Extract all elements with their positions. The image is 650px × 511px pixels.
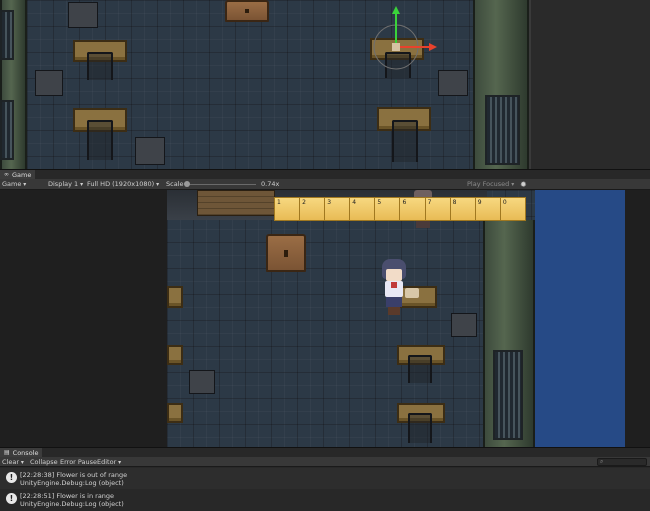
scene-chair [87,120,113,160]
game-chair [408,355,432,383]
inventory-slot[interactable]: 6 [400,198,426,220]
log-entry[interactable]: ! [22:28:51] Flower is in range UnityEng… [0,489,650,510]
display-dropdown[interactable]: Display 1 [48,179,83,190]
character-skirt [386,297,402,307]
wooden-board [197,190,275,216]
console-tab-bar: ▤ Console [0,447,650,458]
game-desk-edge [167,286,183,308]
scene-chair [87,52,113,80]
scene-chair [392,120,418,162]
inventory-slot[interactable]: 1 [275,198,301,220]
log-message: [22:28:38] Flower is out of range [20,471,128,479]
scene-right-window [485,95,520,165]
inventory-slot[interactable]: 3 [325,198,351,220]
inventory-slot[interactable]: 2 [300,198,326,220]
scene-void [529,0,650,169]
console-log-list: ! [22:28:38] Flower is out of range Unit… [0,467,650,511]
inventory-slot[interactable]: 9 [475,198,501,220]
gizmo-x-arrow[interactable] [429,43,437,51]
game-desk-edge [167,345,183,365]
character-shoes [388,307,400,315]
game-letterbox-right [625,190,650,447]
play-mode-dropdown[interactable]: Play Focused [467,179,514,190]
flower-item[interactable] [405,288,419,298]
search-icon: ⌕ [600,458,604,465]
game-view[interactable] [0,190,650,447]
game-desk-edge [167,403,183,423]
settings-gear-icon[interactable]: ✹ [520,179,527,190]
console-search-input[interactable]: ⌕ [597,458,647,466]
character-face [386,269,402,281]
info-icon: ! [6,472,17,483]
player-character[interactable] [381,259,407,315]
inventory-slot[interactable]: 5 [375,198,401,220]
scene-view[interactable] [0,0,650,169]
scene-left-window [0,10,14,60]
game-letterbox-left [0,190,167,447]
info-icon: ! [6,493,17,504]
inventory-slot[interactable]: 0 [500,198,525,220]
scene-left-window-2 [0,100,14,160]
scene-chest [225,0,269,22]
inventory-hotbar: 1 2 3 4 5 6 7 8 9 0 [274,197,526,221]
scale-label: Scale [166,180,184,188]
scale-slider-handle[interactable] [184,181,190,187]
game-tab-bar: ∞ Game [0,169,650,180]
character-ribbon [391,282,397,288]
game-floor [167,190,535,447]
log-entry[interactable]: ! [22:28:38] Flower is out of range Unit… [0,468,650,489]
gizmo-y-arrow[interactable] [392,6,400,14]
console-toolbar: Clear Collapse Error Pause Editor ⌕ [0,457,650,467]
game-toolbar: Game Display 1 Full HD (1920x1080) Scale… [0,179,650,190]
scale-value: 0.74x [261,180,280,188]
scene-stool [35,70,63,96]
log-stacktrace: UnityEngine.Debug:Log (object) [20,500,124,508]
game-blue-panel [535,190,625,447]
scale-slider-track[interactable] [186,184,256,185]
scene-stool [68,2,98,28]
transform-gizmo[interactable] [365,4,445,84]
inventory-slot[interactable]: 8 [450,198,476,220]
log-message: [22:28:51] Flower is in range [20,492,115,500]
game-chair [408,413,432,443]
inventory-slot[interactable]: 4 [350,198,376,220]
game-chest[interactable] [266,234,306,272]
resolution-dropdown[interactable]: Full HD (1920x1080) [87,179,159,190]
inventory-slot[interactable]: 7 [425,198,451,220]
game-stool [451,313,477,337]
game-right-window [493,350,523,440]
log-stacktrace: UnityEngine.Debug:Log (object) [20,479,124,487]
game-mode-dropdown[interactable]: Game [2,179,26,190]
gizmo-center[interactable] [392,43,400,51]
game-stool [189,370,215,394]
scene-stool [135,137,165,165]
